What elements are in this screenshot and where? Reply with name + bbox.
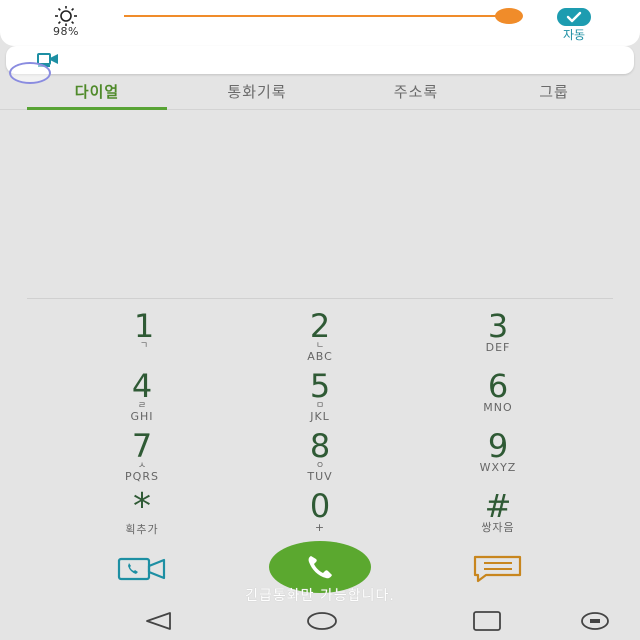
key-digit: # [484, 487, 512, 525]
key-2[interactable]: 2 ㄴ ABC [245, 310, 395, 368]
dual-window-icon[interactable] [579, 610, 611, 632]
key-digit: 4 [131, 367, 153, 405]
key-letters: MNO [483, 401, 513, 414]
key-digit: 9 [487, 427, 509, 465]
key-letters: TUV [307, 470, 333, 483]
key-letters: ABC [307, 350, 333, 363]
auto-brightness-label: 자동 [562, 28, 586, 42]
key-3[interactable]: 3 DEF [423, 310, 573, 368]
brightness-slider-thumb[interactable] [495, 8, 523, 24]
key-letters: DEF [485, 341, 511, 354]
key-digit: 5 [309, 367, 331, 405]
brightness-panel: 98% 자동 [0, 0, 640, 46]
recents-icon[interactable] [471, 610, 503, 632]
key-8[interactable]: 8 ㅇ TUV [245, 430, 395, 488]
message-icon [472, 555, 524, 587]
navigation-bar [0, 604, 640, 640]
emergency-only-notice: 긴급통화만 가능합니다. [245, 588, 395, 604]
key-digit: 1 [133, 307, 155, 345]
key-letters: 쌍자음 [481, 521, 515, 534]
tab-groups[interactable]: 그룹 [484, 81, 624, 109]
key-letters: + [314, 521, 326, 534]
key-digit: 8 [309, 427, 331, 465]
key-letters: PQRS [125, 470, 159, 483]
brightness-percent: 98% [53, 25, 79, 38]
brightness-slider-track[interactable] [124, 15, 512, 17]
key-digit: 0 [309, 487, 331, 525]
key-4[interactable]: 4 ㄹ GHI [67, 370, 217, 428]
key-6[interactable]: 6 MNO [423, 370, 573, 428]
back-icon[interactable] [142, 610, 174, 632]
key-digit: 6 [487, 367, 509, 405]
key-letters: GHI [130, 410, 154, 423]
key-1[interactable]: 1 ㄱ [69, 310, 219, 368]
key-letters: JKL [310, 410, 330, 423]
tab-dial[interactable]: 다이얼 [27, 81, 167, 109]
auto-brightness-toggle[interactable]: 자동 [552, 6, 596, 42]
video-call-button[interactable] [116, 556, 168, 582]
key-letters: 획추가 [125, 523, 159, 536]
key-digit: 3 [487, 307, 509, 345]
keypad-divider [27, 298, 613, 299]
key-jamo: ㄱ [139, 341, 149, 351]
key-5[interactable]: 5 ㅁ JKL [245, 370, 395, 428]
key-digit: 7 [131, 427, 153, 465]
message-button[interactable] [472, 555, 524, 583]
brightness-icon [50, 5, 82, 27]
notification-strip[interactable] [6, 46, 634, 74]
tab-contacts[interactable]: 주소록 [346, 81, 486, 109]
dialer-tabs: 다이얼 통화기록 주소록 그룹 [0, 76, 640, 110]
video-call-icon [116, 557, 168, 586]
key-digit: 2 [309, 307, 331, 345]
key-digit: * [133, 486, 151, 527]
tab-call-log[interactable]: 통화기록 [187, 81, 327, 109]
key-star[interactable]: * 획추가 [67, 486, 217, 548]
key-hash[interactable]: # 쌍자음 [423, 490, 573, 548]
home-icon[interactable] [306, 610, 338, 632]
dialed-number-display[interactable] [0, 111, 640, 298]
key-letters: WXYZ [479, 461, 517, 474]
key-9[interactable]: 9 WXYZ [423, 430, 573, 488]
check-icon [557, 8, 591, 26]
key-0[interactable]: 0 + [245, 490, 395, 548]
key-7[interactable]: 7 ㅅ PQRS [67, 430, 217, 488]
active-tab-indicator [27, 107, 167, 110]
